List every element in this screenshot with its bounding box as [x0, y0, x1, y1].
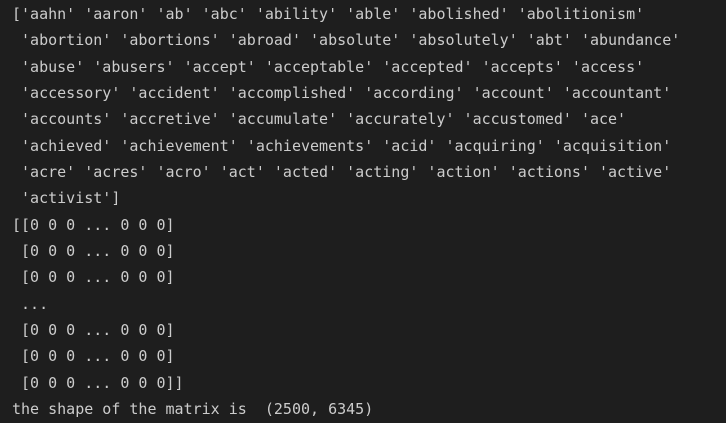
vocabulary-line-2: 'abortion' 'abortions' 'abroad' 'absolut…: [12, 31, 681, 50]
matrix-line-5: [0 0 0 ... 0 0 0]: [12, 347, 175, 366]
vocabulary-line-7: 'acre' 'acres' 'acro' 'act' 'acted' 'act…: [12, 163, 672, 182]
vocabulary-line-5: 'accounts' 'accretive' 'accumulate' 'acc…: [12, 110, 627, 129]
matrix-line-3: [0 0 0 ... 0 0 0]: [12, 268, 175, 287]
matrix-line-1: [[0 0 0 ... 0 0 0]: [12, 215, 175, 234]
vocabulary-line-1: ['aahn' 'aaron' 'ab' 'abc' 'ability' 'ab…: [12, 5, 645, 23]
matrix-ellipsis-line: ...: [12, 294, 49, 313]
matrix-line-6: [0 0 0 ... 0 0 0]]: [12, 373, 184, 392]
vocabulary-line-4: 'accessory' 'accident' 'accomplished' 'a…: [12, 84, 672, 103]
vocabulary-line-3: 'abuse' 'abusers' 'accept' 'acceptable' …: [12, 57, 645, 76]
matrix-line-4: [0 0 0 ... 0 0 0]: [12, 321, 175, 340]
matrix-line-2: [0 0 0 ... 0 0 0]: [12, 242, 175, 261]
matrix-shape-line: the shape of the matrix is (2500, 6345): [12, 400, 374, 419]
cell-output: ['aahn' 'aaron' 'ab' 'abc' 'ability' 'ab…: [0, 0, 726, 423]
vocabulary-line-8: 'activist']: [12, 189, 121, 208]
vocabulary-line-6: 'achieved' 'achievement' 'achievements' …: [12, 136, 672, 155]
